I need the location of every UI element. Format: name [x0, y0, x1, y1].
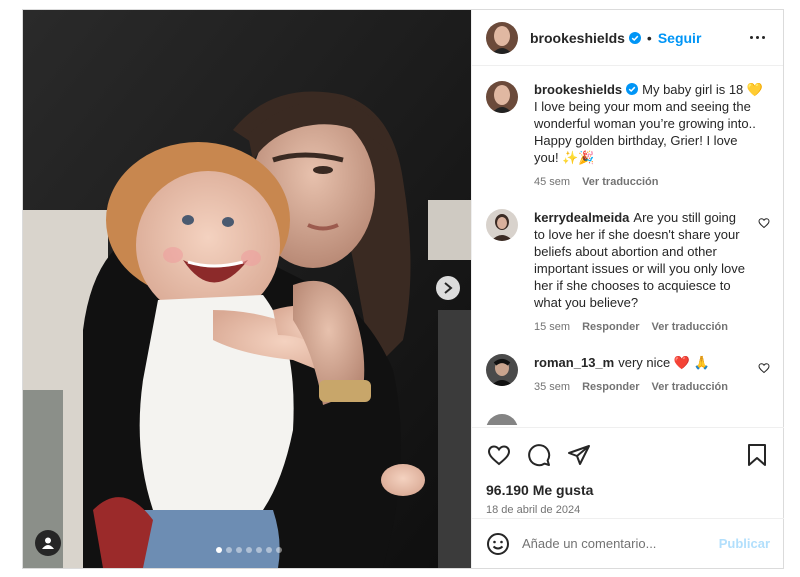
author-avatar[interactable]	[486, 21, 518, 54]
share-button[interactable]	[566, 442, 592, 468]
more-dot-icon	[762, 36, 765, 39]
author-username[interactable]: brookeshields	[530, 30, 625, 46]
comment-text: Are you still going to love her if she d…	[534, 210, 745, 310]
header-separator: •	[646, 29, 652, 46]
caption-body: brookeshields My baby girl is 18 💛 I love…	[534, 81, 764, 191]
comment-item: kerrydealmeida Are you still going to lov…	[486, 209, 770, 336]
comment-avatar[interactable]	[486, 414, 518, 425]
caption-avatar[interactable]	[486, 81, 518, 113]
verified-badge-icon	[626, 83, 639, 95]
translate-link[interactable]: Ver traducción	[652, 379, 728, 396]
bookmark-icon	[748, 444, 766, 466]
comment-time[interactable]: 35 sem	[534, 379, 570, 396]
chevron-right-icon	[444, 282, 453, 294]
carousel-dot	[276, 547, 282, 553]
more-dot-icon	[750, 36, 753, 39]
comment-avatar[interactable]	[486, 209, 518, 241]
next-slide-button[interactable]	[436, 276, 460, 300]
comment-avatar[interactable]	[486, 354, 518, 386]
carousel-indicator	[216, 547, 282, 553]
carousel-dot	[256, 547, 262, 553]
like-count[interactable]: 96.190 Me gusta	[486, 482, 770, 498]
carousel-dot	[246, 547, 252, 553]
comment-item-partial	[486, 414, 770, 425]
user-tag-icon	[42, 537, 54, 549]
comment-time[interactable]: 15 sem	[534, 319, 570, 336]
comment-username[interactable]: kerrydealmeida	[534, 210, 629, 225]
more-options-button[interactable]	[746, 32, 769, 43]
post-header: brookeshields • Seguir	[472, 10, 783, 66]
comment-input[interactable]	[522, 536, 719, 551]
verified-badge-icon	[628, 31, 641, 44]
comment-username[interactable]: roman_13_m	[534, 355, 614, 370]
comment-composer: Publicar	[472, 518, 784, 568]
comment-meta: 15 sem Responder Ver traducción	[534, 319, 746, 336]
comment-like-heart-icon[interactable]	[758, 217, 770, 229]
reply-button[interactable]: Responder	[582, 379, 639, 396]
caption-time[interactable]: 45 sem	[534, 174, 570, 191]
caption: brookeshields My baby girl is 18 💛 I love…	[486, 81, 770, 191]
heart-icon	[487, 445, 511, 466]
post-photo	[23, 10, 471, 568]
comment-icon	[528, 444, 551, 467]
emoji-icon[interactable]	[486, 532, 510, 556]
carousel-dot	[266, 547, 272, 553]
comment-like-heart-icon[interactable]	[758, 362, 770, 374]
caption-translate-link[interactable]: Ver traducción	[582, 174, 658, 191]
caption-username[interactable]: brookeshields	[534, 82, 622, 97]
post-actions: 96.190 Me gusta 18 de abril de 2024	[472, 427, 784, 516]
comment-item: roman_13_m very nice ❤️ 🙏 35 sem Responde…	[486, 354, 770, 396]
carousel-dot	[216, 547, 222, 553]
like-button[interactable]	[486, 442, 512, 468]
translate-link[interactable]: Ver traducción	[652, 319, 728, 336]
reply-button[interactable]: Responder	[582, 319, 639, 336]
publish-button[interactable]: Publicar	[719, 536, 770, 551]
save-button[interactable]	[744, 442, 770, 468]
post-dialog: brookeshields • Seguir brookeshields My b…	[22, 9, 784, 569]
action-icons	[486, 438, 770, 472]
user-tags-button[interactable]	[35, 530, 61, 556]
caption-meta: 45 sem Ver traducción	[534, 174, 764, 191]
comments-list[interactable]: brookeshields My baby girl is 18 💛 I love…	[472, 67, 784, 425]
post-side-panel: brookeshields • Seguir brookeshields My b…	[471, 10, 784, 568]
comment-button[interactable]	[526, 442, 552, 468]
post-date[interactable]: 18 de abril de 2024	[486, 504, 770, 516]
follow-button[interactable]: Seguir	[658, 30, 702, 46]
carousel-dot	[236, 547, 242, 553]
comment-text: very nice ❤️ 🙏	[618, 355, 710, 370]
share-icon	[568, 445, 590, 465]
comment-body: roman_13_m very nice ❤️ 🙏 35 sem Responde…	[534, 354, 746, 396]
comment-body: kerrydealmeida Are you still going to lov…	[534, 209, 746, 336]
carousel-dot	[226, 547, 232, 553]
comment-meta: 35 sem Responder Ver traducción	[534, 379, 746, 396]
post-media[interactable]	[23, 10, 471, 568]
more-dot-icon	[756, 36, 759, 39]
